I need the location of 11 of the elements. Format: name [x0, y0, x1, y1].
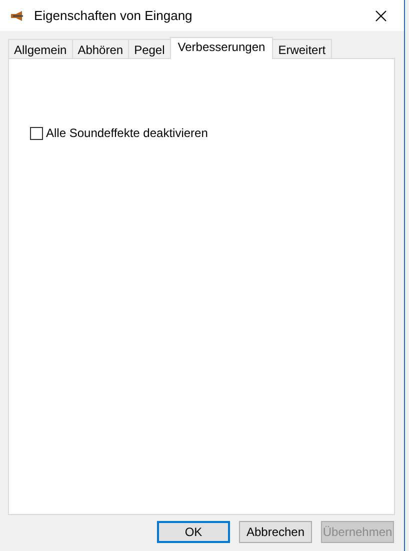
tab[interactable]: Allgemein: [8, 39, 73, 58]
close-icon: [375, 10, 387, 22]
tab[interactable]: Erweitert: [272, 39, 332, 58]
tab[interactable]: Verbesserungen: [170, 37, 274, 59]
checkbox-label: Alle Soundeffekte deaktivieren: [46, 126, 208, 140]
dialog-button[interactable]: OK: [157, 521, 230, 543]
speaker-icon: [10, 10, 26, 22]
dialog-button[interactable]: Abbrechen: [239, 521, 312, 543]
window-title: Eigenschaften von Eingang: [34, 8, 194, 23]
checkbox[interactable]: [30, 126, 43, 140]
tab[interactable]: Pegel: [128, 39, 171, 58]
